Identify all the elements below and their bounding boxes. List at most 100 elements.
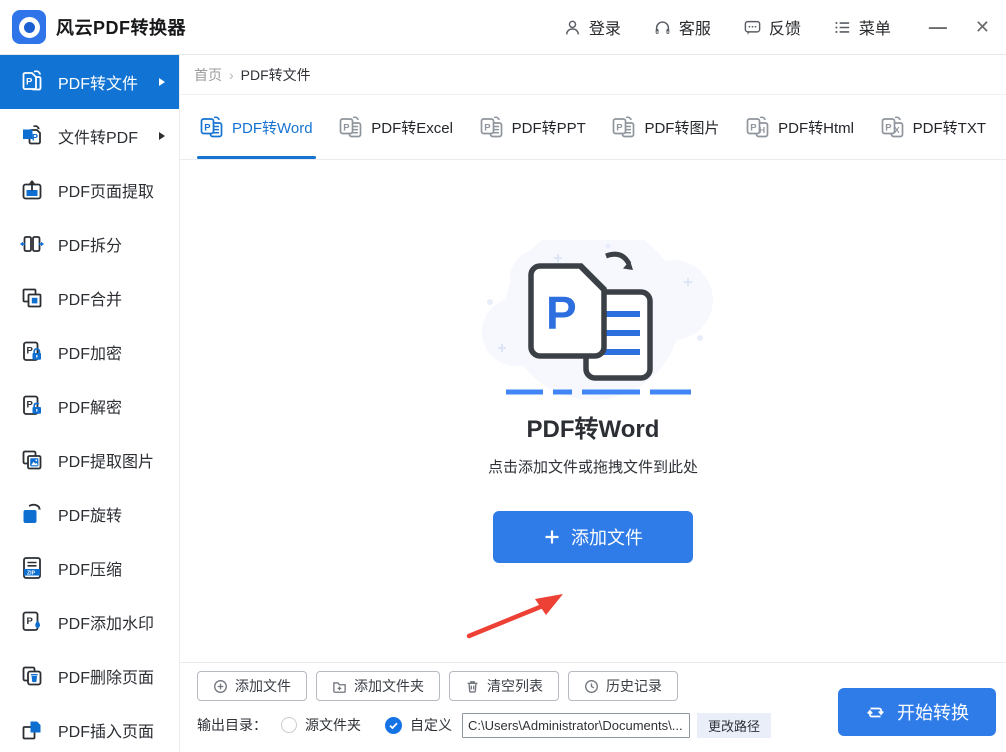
page-title: PDF转Word [526, 416, 660, 443]
unlock-icon: P [23, 395, 41, 415]
sidebar-item-label: 文件转PDF [58, 130, 139, 147]
breadcrumb: 首页 › PDF转文件 [180, 55, 1006, 95]
sidebar-item-pdf-compress[interactable]: ZIP PDF压缩 [0, 541, 179, 595]
delete-page-icon [22, 666, 42, 686]
insert-page-icon [22, 721, 41, 740]
footer-add-file-button[interactable]: 添加文件 [197, 671, 307, 701]
breadcrumb-home[interactable]: 首页 [194, 65, 222, 85]
sidebar-item-pdf-extract-image[interactable]: PDF提取图片 [0, 433, 179, 487]
add-file-button-label: 添加文件 [571, 528, 643, 548]
sidebar-item-label: PDF提取图片 [58, 454, 155, 471]
comment-icon [744, 20, 761, 35]
footer-button-label: 添加文件夹 [354, 678, 424, 694]
page-extract-icon [22, 180, 42, 200]
tab-label: PDF转Html [778, 119, 854, 137]
circle-plus-icon [214, 679, 227, 693]
add-file-button[interactable]: 添加文件 [493, 511, 693, 563]
sidebar-item-label: PDF添加水印 [58, 616, 155, 633]
headset-icon [655, 20, 670, 34]
svg-text:P: P [344, 122, 351, 133]
tab-pdf-to-excel[interactable]: P PDF转Excel [339, 95, 453, 159]
drop-hint: 点击添加文件或拖拽文件到此处 [487, 459, 698, 476]
app-window: 风云PDF转换器 登录 客服 反馈 菜单 — ✕ P PDF转文件 P 文件转P… [0, 0, 1006, 752]
sidebar-item-pdf-insert-page[interactable]: PDF插入页面 [0, 703, 179, 752]
change-path-button[interactable]: 更改路径 [697, 712, 772, 738]
pdf-doc-icon: HP [746, 116, 769, 138]
folder-plus-icon [333, 681, 346, 693]
submenu-arrow-icon [159, 132, 165, 140]
sidebar-item-label: PDF旋转 [58, 508, 123, 525]
footer-button-label: 添加文件 [235, 678, 291, 694]
footer-button-label: 清空列表 [487, 678, 543, 694]
sidebar-item-pdf-delete-page[interactable]: PDF删除页面 [0, 649, 179, 703]
pdf-to-file-icon: P [22, 70, 42, 91]
tab-pdf-to-word[interactable]: P PDF转Word [197, 95, 316, 159]
output-dir-label: 输出目录： [197, 717, 267, 733]
plus-icon [545, 530, 559, 544]
svg-text:P: P [32, 133, 38, 143]
clear-list-button[interactable]: 清空列表 [449, 671, 559, 701]
source-folder-radio[interactable] [281, 717, 297, 733]
check-icon [389, 722, 398, 729]
svg-text:P: P [27, 616, 34, 627]
compress-zip-icon: ZIP [23, 557, 41, 579]
feedback-button[interactable]: 反馈 [743, 15, 801, 39]
svg-text:P: P [750, 122, 757, 133]
svg-text:P: P [26, 77, 33, 88]
svg-text:P: P [204, 122, 211, 133]
minimize-button[interactable]: — [929, 18, 947, 36]
sidebar-item-pdf-encrypt[interactable]: P PDF加密 [0, 325, 179, 379]
sidebar-item-pdf-split[interactable]: PDF拆分 [0, 217, 179, 271]
svg-text:P: P [885, 122, 892, 133]
footer-add-folder-button[interactable]: 添加文件夹 [316, 671, 440, 701]
tab-pdf-to-image[interactable]: P PDF转图片 [612, 95, 719, 159]
tab-pdf-to-ppt[interactable]: P PDF转PPT [480, 95, 586, 159]
sidebar-item-label: PDF转文件 [58, 76, 139, 93]
footer-button-label: 历史记录 [606, 678, 662, 694]
file-to-pdf-icon: P [23, 125, 41, 145]
history-button[interactable]: 历史记录 [568, 671, 678, 701]
tab-label: PDF转图片 [644, 119, 720, 137]
source-folder-label[interactable]: 源文件夹 [305, 715, 361, 735]
login-button[interactable]: 登录 [563, 15, 621, 39]
convert-loop-icon [867, 707, 884, 717]
login-label: 登录 [588, 21, 621, 38]
rotate-icon [23, 503, 41, 523]
pdf-doc-icon: P [200, 116, 223, 138]
menu-button[interactable]: 菜单 [833, 15, 891, 39]
output-path-input[interactable] [462, 712, 690, 738]
sidebar-item-label: PDF页面提取 [58, 184, 155, 201]
sidebar-item-label: PDF插入页面 [58, 724, 155, 741]
tab-bar: P PDF转Word P PDF转Excel P PDF转PPT P PDF转图… [180, 95, 1006, 160]
pdf-to-word-hero-icon: P [482, 240, 713, 400]
pdf-doc-icon: P [339, 116, 362, 138]
history-clock-icon [585, 679, 598, 693]
sidebar-item-file-to-pdf[interactable]: P 文件转PDF [0, 109, 179, 163]
support-button[interactable]: 客服 [653, 15, 711, 39]
sidebar-item-pdf-to-file[interactable]: P PDF转文件 [0, 55, 179, 109]
custom-path-label[interactable]: 自定义 [410, 715, 452, 735]
close-button[interactable]: ✕ [975, 18, 990, 36]
sidebar-item-pdf-rotate[interactable]: PDF旋转 [0, 487, 179, 541]
sidebar-item-pdf-watermark[interactable]: P PDF添加水印 [0, 595, 179, 649]
start-convert-button[interactable]: 开始转换 [838, 688, 996, 736]
sidebar-item-pdf-merge[interactable]: PDF合并 [0, 271, 179, 325]
merge-icon [22, 288, 42, 308]
list-menu-icon [835, 21, 850, 33]
tab-pdf-to-txt[interactable]: XP PDF转TXT [881, 95, 986, 159]
trash-icon [467, 680, 478, 693]
sidebar: P PDF转文件 P 文件转PDF PDF页面提取 PDF拆分 PDF合并 P … [0, 55, 180, 752]
sidebar-item-pdf-decrypt[interactable]: P PDF解密 [0, 379, 179, 433]
user-icon [565, 20, 579, 34]
tab-pdf-to-html[interactable]: HP PDF转Html [746, 95, 854, 159]
drop-zone[interactable]: P PDF转Word 点击添加文件或拖拽文件到此处 添加文件 [180, 160, 1006, 662]
sidebar-item-pdf-page-extract[interactable]: PDF页面提取 [0, 163, 179, 217]
custom-path-radio-checked[interactable] [385, 716, 402, 734]
content-area: 首页 › PDF转文件 P PDF转Word P PDF转Excel P PDF… [180, 55, 1006, 752]
svg-text:P: P [617, 122, 624, 133]
svg-text:ZIP: ZIP [27, 570, 36, 576]
breadcrumb-separator: › [229, 66, 234, 83]
titlebar: 风云PDF转换器 登录 客服 反馈 菜单 — ✕ [0, 0, 1006, 55]
pdf-doc-icon: XP [881, 116, 904, 138]
sidebar-item-label: PDF加密 [58, 346, 123, 363]
